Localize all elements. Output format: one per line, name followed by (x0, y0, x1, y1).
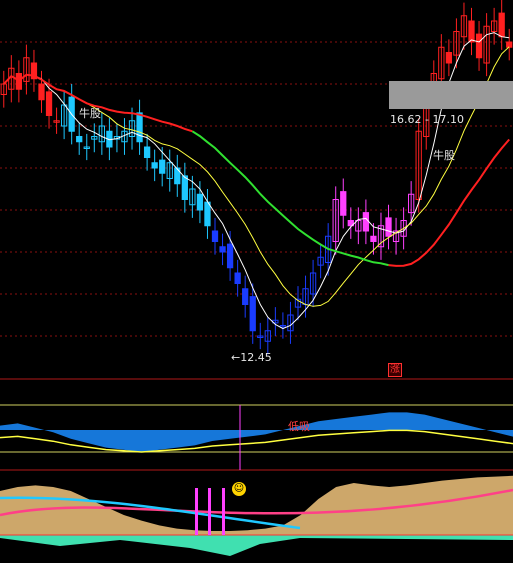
candle-body (468, 20, 475, 43)
candle-body (242, 288, 249, 305)
ma-long-line (191, 130, 389, 267)
indicator-panel-2 (0, 475, 513, 556)
candle-body (370, 235, 377, 242)
candle-body (181, 175, 188, 200)
zhang-badge: 涨 (388, 363, 402, 377)
ma-long-line (3, 73, 193, 133)
signal-bar (195, 488, 198, 535)
bull-label-left: 牛股 (79, 107, 101, 120)
bull-label-right: 牛股 (433, 149, 455, 162)
indicator-panel-1 (0, 404, 513, 470)
candle-body (143, 146, 151, 158)
candle-body (211, 230, 219, 242)
indicator-2-area (0, 475, 513, 535)
candlestick-series[interactable] (0, 0, 513, 355)
smiley-icon: ☺ (232, 482, 246, 496)
candle-body (76, 136, 83, 143)
candle-body (498, 12, 505, 38)
candle-body (226, 243, 234, 269)
candle-body (204, 201, 211, 227)
candle-body (45, 91, 53, 116)
candle-body (475, 33, 483, 59)
candle-body (159, 159, 166, 174)
price-range-box (389, 81, 513, 109)
candle-body (136, 112, 143, 143)
indicator-2-mint-area (0, 535, 513, 556)
candle-body (385, 217, 392, 237)
candle-body (219, 246, 226, 253)
candle-body (151, 162, 158, 169)
candle-body (38, 83, 45, 101)
candle-body (506, 41, 513, 48)
candle-body (362, 212, 370, 232)
candle-body (445, 52, 453, 64)
candle-body (234, 272, 241, 284)
candle-body (196, 193, 204, 211)
candle-body (340, 191, 347, 216)
signal-bar (222, 488, 225, 535)
price-range-label: 16.62 - 17.10 (390, 113, 464, 126)
low-price-label: ←12.45 (231, 351, 272, 364)
candle-body (249, 296, 256, 332)
signal-bar (208, 488, 211, 535)
dixi-label: 低吸 (288, 420, 310, 433)
